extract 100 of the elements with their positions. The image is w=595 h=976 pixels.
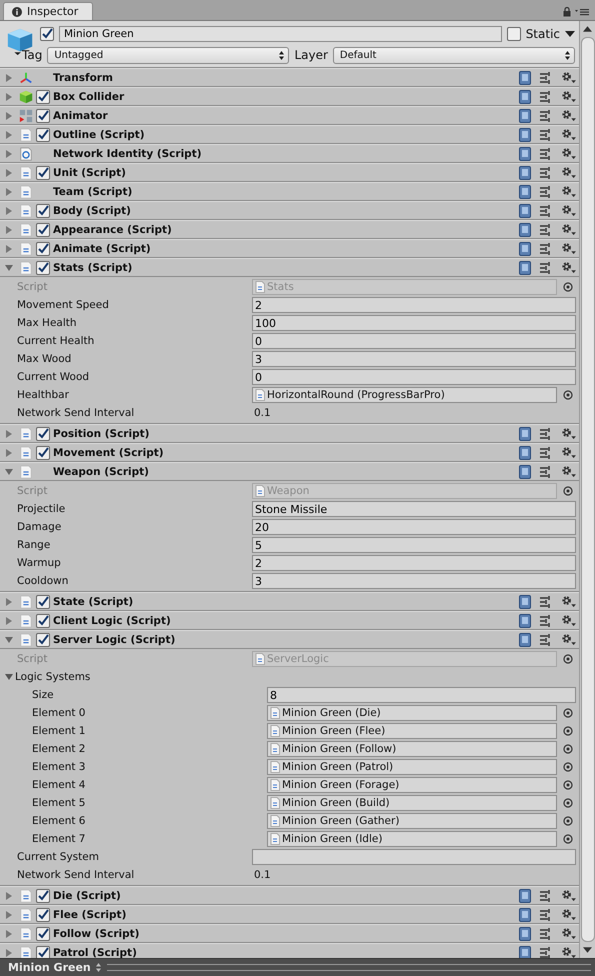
layer-dropdown[interactable]: Default — [332, 46, 576, 64]
updown-icon[interactable] — [96, 963, 101, 972]
gear-icon[interactable] — [561, 427, 576, 440]
foldout-arrow-icon[interactable] — [5, 448, 13, 456]
sliders-icon[interactable] — [540, 890, 552, 902]
gear-icon[interactable] — [561, 614, 576, 627]
component-header[interactable]: Animator — [0, 106, 579, 125]
component-header[interactable]: Die (Script) — [0, 886, 579, 905]
sliders-icon[interactable] — [540, 72, 552, 84]
help-book-icon[interactable] — [519, 166, 531, 180]
component-header[interactable]: Movement (Script) — [0, 443, 579, 462]
help-book-icon[interactable] — [519, 204, 531, 218]
component-header[interactable]: Patrol (Script) — [0, 943, 579, 958]
sliders-icon[interactable] — [540, 128, 552, 140]
value-field[interactable]: 2 — [252, 297, 576, 313]
help-book-icon[interactable] — [519, 888, 531, 902]
value-field[interactable]: 5 — [252, 537, 576, 553]
foldout-arrow-icon[interactable] — [5, 910, 13, 918]
sliders-icon[interactable] — [540, 446, 552, 458]
help-book-icon[interactable] — [519, 946, 531, 958]
component-header[interactable]: Position (Script) — [0, 424, 579, 443]
value-field[interactable]: 0 — [252, 369, 576, 385]
inspector-tab[interactable]: Inspector — [3, 2, 94, 20]
sliders-icon[interactable] — [540, 110, 552, 122]
foldout-label[interactable]: Logic Systems — [15, 671, 90, 683]
help-book-icon[interactable] — [519, 146, 531, 160]
gear-icon[interactable] — [561, 223, 576, 236]
help-book-icon[interactable] — [519, 908, 531, 922]
help-book-icon[interactable] — [519, 260, 531, 274]
enabled-checkbox[interactable] — [36, 260, 50, 274]
gear-icon[interactable] — [561, 71, 576, 84]
sliders-icon[interactable] — [540, 242, 552, 254]
foldout-arrow-icon[interactable] — [5, 244, 13, 252]
foldout-arrow-icon[interactable] — [5, 130, 13, 138]
foldout-arrow-icon[interactable] — [5, 636, 13, 644]
component-header[interactable]: Appearance (Script) — [0, 220, 579, 239]
scroll-up-icon[interactable] — [583, 26, 592, 32]
foldout-arrow-icon[interactable] — [5, 673, 13, 681]
gear-icon[interactable] — [561, 446, 576, 459]
help-book-icon[interactable] — [519, 222, 531, 236]
sliders-icon[interactable] — [540, 262, 552, 274]
sliders-icon[interactable] — [540, 428, 552, 440]
foldout-arrow-icon[interactable] — [5, 468, 13, 476]
value-field[interactable]: 0 — [252, 333, 576, 349]
sliders-icon[interactable] — [540, 614, 552, 626]
foldout-arrow-icon[interactable] — [5, 92, 13, 100]
enabled-checkbox[interactable] — [36, 946, 50, 958]
foldout-arrow-icon[interactable] — [5, 930, 13, 938]
foldout-arrow-icon[interactable] — [5, 430, 13, 438]
enabled-checkbox[interactable] — [36, 128, 50, 142]
help-book-icon[interactable] — [519, 70, 531, 84]
selection-label[interactable]: Minion Green — [8, 961, 91, 974]
enabled-checkbox[interactable] — [36, 90, 50, 104]
help-book-icon[interactable] — [519, 108, 531, 122]
object-picker-icon[interactable] — [563, 282, 573, 292]
sliders-icon[interactable] — [540, 166, 552, 178]
enabled-checkbox[interactable] — [36, 594, 50, 608]
component-header[interactable]: Client Logic (Script) — [0, 611, 579, 630]
component-header[interactable]: Unit (Script) — [0, 163, 579, 182]
sliders-icon[interactable] — [540, 224, 552, 236]
component-header[interactable]: Box Collider — [0, 87, 579, 106]
gear-icon[interactable] — [561, 633, 576, 646]
component-header[interactable]: State (Script) — [0, 592, 579, 611]
foldout-arrow-icon[interactable] — [5, 616, 13, 624]
help-book-icon[interactable] — [519, 926, 531, 940]
value-field[interactable]: Stone Missile — [252, 501, 576, 517]
gear-icon[interactable] — [561, 128, 576, 141]
component-header[interactable]: Transform — [0, 68, 579, 87]
sliders-icon[interactable] — [540, 946, 552, 958]
component-header[interactable]: Server Logic (Script) — [0, 630, 579, 649]
sliders-icon[interactable] — [540, 148, 552, 160]
value-field[interactable]: 3 — [252, 573, 576, 589]
scrollbar-thumb[interactable] — [580, 37, 594, 942]
object-picker-icon[interactable] — [563, 390, 573, 400]
foldout-arrow-icon[interactable] — [5, 168, 13, 176]
gear-icon[interactable] — [561, 166, 576, 179]
gear-icon[interactable] — [561, 109, 576, 122]
help-book-icon[interactable] — [519, 632, 531, 646]
component-header[interactable]: Animate (Script) — [0, 239, 579, 258]
gear-icon[interactable] — [561, 908, 576, 921]
component-header[interactable]: Body (Script) — [0, 201, 579, 220]
component-header[interactable]: Stats (Script) — [0, 258, 579, 277]
foldout-arrow-icon[interactable] — [5, 948, 13, 956]
help-book-icon[interactable] — [519, 184, 531, 198]
lock-icon[interactable] — [563, 7, 571, 17]
foldout-arrow-icon[interactable] — [5, 112, 13, 120]
dropdown-arrow-icon[interactable] — [565, 31, 575, 37]
help-book-icon[interactable] — [519, 594, 531, 608]
component-header[interactable]: Network Identity (Script) — [0, 144, 579, 163]
static-checkbox[interactable] — [506, 27, 521, 41]
sliders-icon[interactable] — [540, 908, 552, 920]
gear-icon[interactable] — [561, 185, 576, 198]
foldout-arrow-icon[interactable] — [5, 150, 13, 158]
foldout-arrow-icon[interactable] — [5, 598, 13, 606]
active-checkbox[interactable] — [40, 27, 54, 41]
enabled-checkbox[interactable] — [36, 166, 50, 180]
foldout-arrow-icon[interactable] — [5, 188, 13, 196]
sliders-icon[interactable] — [540, 596, 552, 608]
sliders-icon[interactable] — [540, 90, 552, 102]
object-picker-icon[interactable] — [563, 486, 573, 496]
